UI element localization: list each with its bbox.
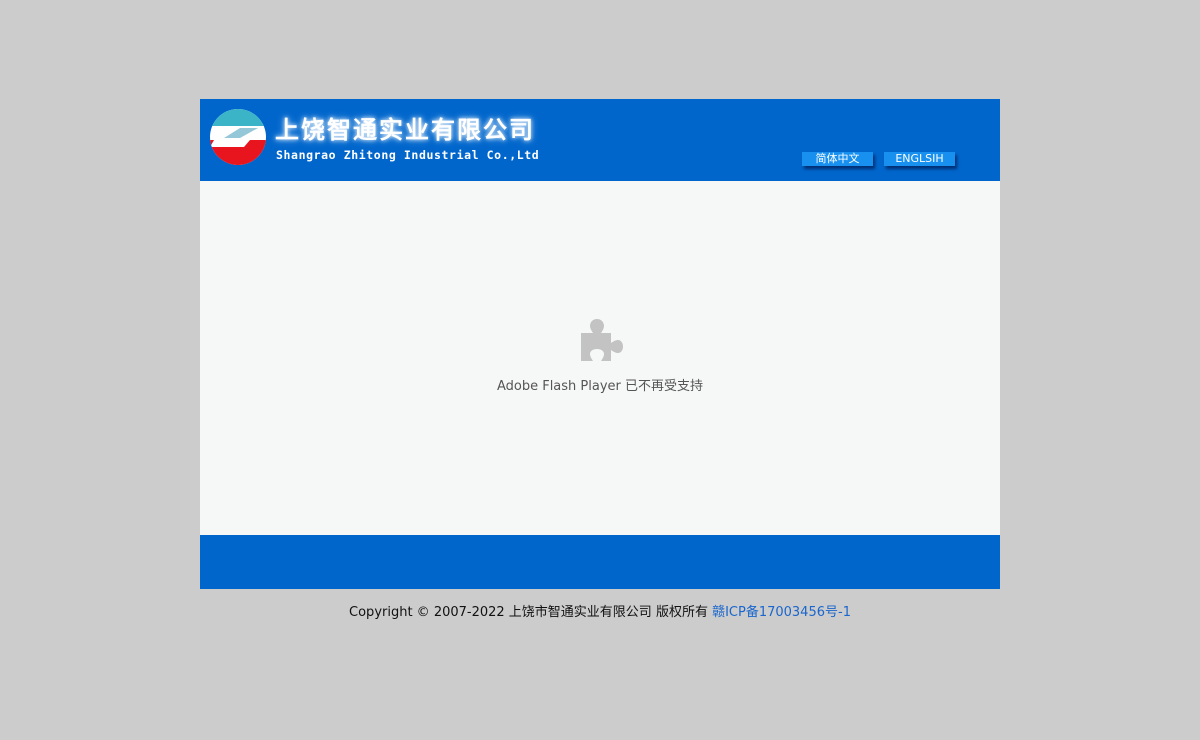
lang-english-button[interactable]: ENGLSIH [884, 152, 955, 166]
site-frame: 上饶智通实业有限公司 Shangrao Zhitong Industrial C… [200, 99, 1000, 589]
icp-link[interactable]: 赣ICP备17003456号-1 [712, 605, 851, 620]
flash-content-area: Adobe Flash Player 已不再受支持 [200, 181, 1000, 535]
footer: Copyright © 2007-2022 上饶市智通实业有限公司 版权所有 赣… [0, 601, 1200, 620]
puzzle-piece-icon [581, 319, 623, 361]
flash-unsupported-message: Adobe Flash Player 已不再受支持 [496, 379, 704, 394]
company-name-en: Shangrao Zhitong Industrial Co.,Ltd [276, 148, 540, 162]
copyright-text: Copyright © 2007-2022 上饶市智通实业有限公司 版权所有 [349, 605, 713, 620]
company-logo [210, 109, 266, 165]
site-header: 上饶智通实业有限公司 Shangrao Zhitong Industrial C… [200, 99, 1000, 181]
company-name-cn: 上饶智通实业有限公司 [275, 116, 535, 144]
bottom-bar [200, 535, 1000, 589]
lang-simplified-chinese-button[interactable]: 简体中文 [802, 152, 873, 166]
